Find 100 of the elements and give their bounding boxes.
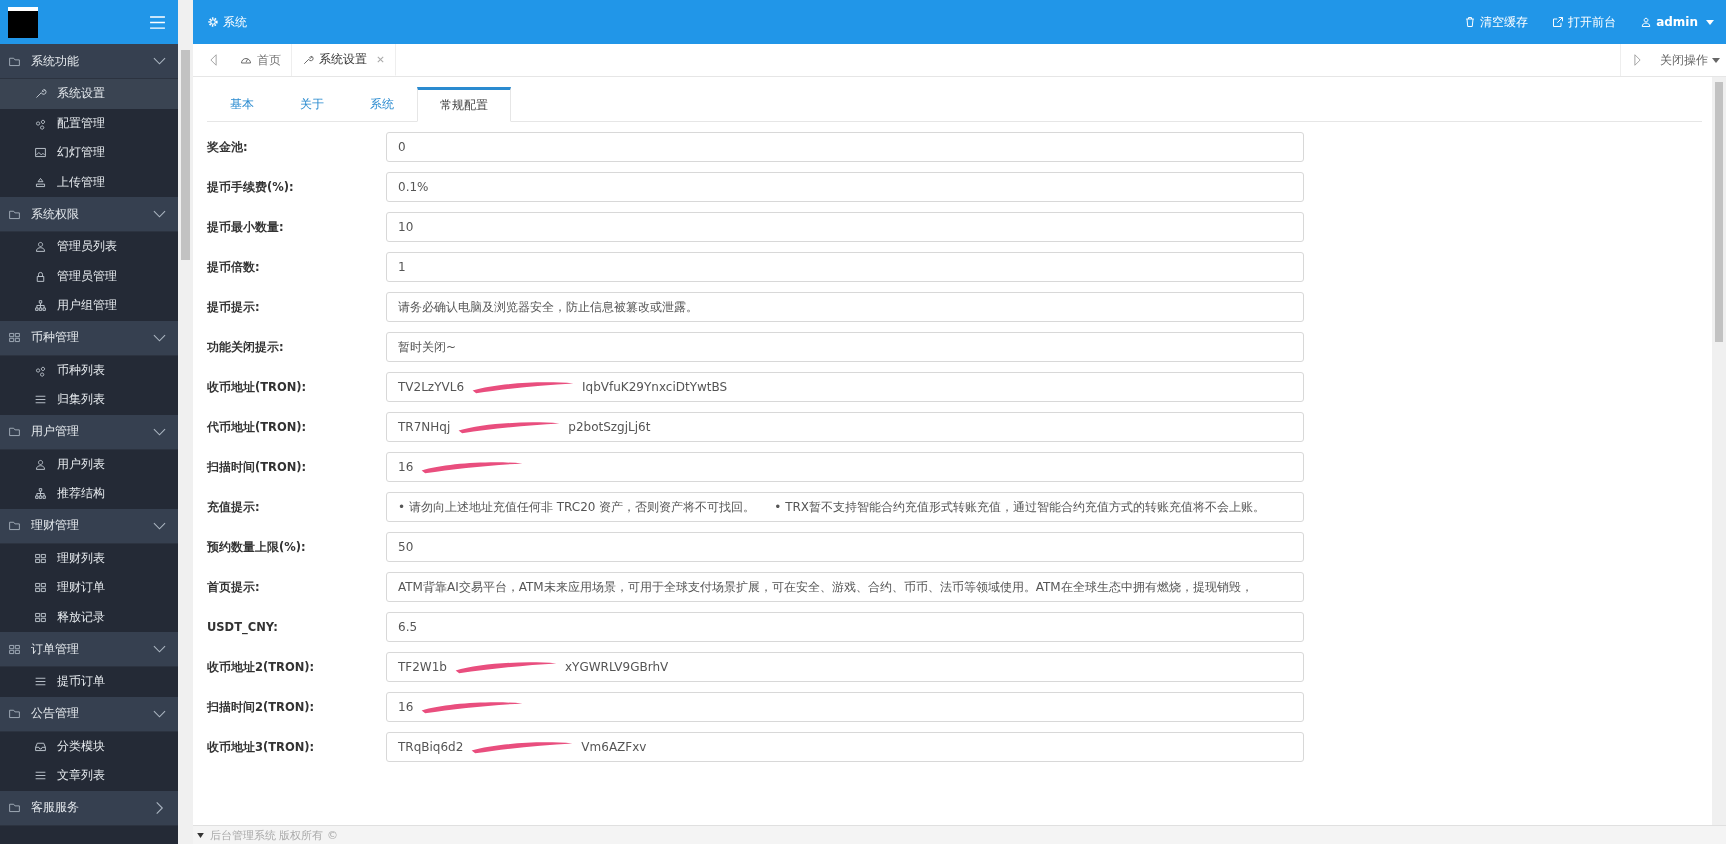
input-field[interactable]: • 请勿向上述地址充值任何非 TRC20 资产，否则资产将不可找回。 • TRX暂不支持智能合约充值形式转账充值，通过智能合约充值方式的转账充值将不会上账。: [386, 492, 1304, 522]
sidebar-item[interactable]: 分类模块: [0, 731, 178, 761]
chevron-icon: [153, 333, 166, 342]
field-label: 收币地址2(TRON):: [207, 659, 316, 675]
grid-icon: [8, 642, 21, 656]
sidebar-item[interactable]: 归集列表: [0, 385, 178, 415]
chevron-icon: [153, 57, 166, 65]
chevron-icon: [153, 645, 166, 653]
external-icon: [1552, 16, 1565, 28]
input-field[interactable]: TF2W1b xYGWRLV9GBrhV: [386, 652, 1304, 682]
sidebar-item[interactable]: 释放记录: [0, 602, 178, 632]
grid-icon: [34, 610, 47, 624]
section-title: 系统: [207, 13, 247, 31]
wrench-icon: [302, 53, 314, 66]
image-icon: [34, 146, 47, 160]
logo: [8, 6, 38, 38]
field-label: 提币最小数量:: [207, 219, 285, 235]
grid-icon: [8, 331, 21, 344]
lock-icon: [34, 269, 47, 283]
folder-icon: [8, 425, 21, 438]
scrollbar-thumb[interactable]: [181, 50, 190, 260]
sidebar-item[interactable]: 管理员管理: [0, 261, 178, 291]
sidebar-group[interactable]: 客服服务: [0, 790, 178, 826]
sidebar-item[interactable]: 管理员列表: [0, 232, 178, 262]
grid-icon: [34, 581, 47, 595]
upload-icon: [34, 175, 47, 189]
input-field[interactable]: TV2LzYVL6 IqbVfuK29YnxciDtYwtBS: [386, 372, 1304, 402]
field-label: 扫描时间2(TRON):: [207, 699, 316, 715]
sidebar-group[interactable]: 公告管理: [0, 696, 178, 732]
field-label: 充值提示:: [207, 499, 261, 515]
sidebar-item[interactable]: 理财订单: [0, 573, 178, 603]
input-field[interactable]: TR7NHqj p2botSzgjLj6t: [386, 412, 1304, 442]
sidebar-group[interactable]: 币种管理: [0, 320, 178, 356]
sidebar-group[interactable]: 订单管理: [0, 632, 178, 667]
folder-icon: [8, 519, 21, 532]
sidebar-group[interactable]: 用户管理: [0, 414, 178, 450]
field-label: 提币提示:: [207, 299, 261, 315]
sidebar-item[interactable]: 用户列表: [0, 449, 178, 479]
user-icon: [1640, 16, 1653, 28]
field-label: 功能关闭提示:: [207, 339, 285, 355]
close-icon[interactable]: [376, 55, 385, 64]
footer-text: 后台管理系统 版权所有 ©: [210, 827, 338, 843]
sidebar-group[interactable]: 系统权限: [0, 197, 178, 232]
chevron-icon: [153, 427, 166, 436]
sidebar-item[interactable]: 理财列表: [0, 543, 178, 573]
sidebar-item[interactable]: 推荐结构: [0, 479, 178, 509]
user-icon: [34, 457, 47, 471]
trash-icon: [1464, 16, 1477, 28]
sidebar-item[interactable]: 幻灯管理: [0, 138, 178, 168]
sidebar-item[interactable]: 币种列表: [0, 355, 178, 385]
field-label: 收币地址(TRON):: [207, 379, 308, 395]
chevron-icon: [153, 521, 166, 530]
scroll-left-icon[interactable]: [209, 53, 218, 67]
settings-tab[interactable]: 常规配置: [417, 87, 511, 122]
input-field[interactable]: 1: [386, 252, 1304, 282]
sidebar-item[interactable]: 配置管理: [0, 108, 178, 138]
scrollbar-thumb[interactable]: [1715, 82, 1723, 342]
input-field[interactable]: TRqBiq6d2 Vm6AZFxv: [386, 732, 1304, 762]
input-field[interactable]: 0: [386, 132, 1304, 162]
menu-icon[interactable]: [149, 15, 166, 29]
sidebar-item[interactable]: 文章列表: [0, 761, 178, 791]
field-label: 代币地址(TRON):: [207, 419, 308, 435]
field-label: 奖金池:: [207, 139, 249, 155]
input-field[interactable]: 50: [386, 532, 1304, 562]
sidebar-item[interactable]: 上传管理: [0, 167, 178, 197]
gear-icon: [207, 16, 219, 28]
settings-tab[interactable]: 关于: [277, 87, 347, 121]
sidebar-group[interactable]: 系统功能: [0, 44, 178, 79]
input-field[interactable]: 16: [386, 692, 1304, 722]
settings-tab[interactable]: 基本: [207, 87, 277, 121]
sidebar-item[interactable]: 用户组管理: [0, 291, 178, 321]
sidebar-group[interactable]: 理财管理: [0, 508, 178, 544]
field-label: 提币手续费(%):: [207, 179, 295, 195]
sidebar-item[interactable]: 提币订单: [0, 667, 178, 697]
input-field[interactable]: 6.5: [386, 612, 1304, 642]
scroll-right-icon[interactable]: [1633, 53, 1642, 67]
sitemap-icon: [34, 299, 47, 313]
input-field[interactable]: 10: [386, 212, 1304, 242]
input-field[interactable]: ATM背靠AI交易平台，ATM未来应用场景，可用于全球支付场景扩展，可在安全、游戏、合约、币币、法币等领域使用。ATM在全球生态中拥有燃烧，提现销毁，: [386, 572, 1304, 602]
input-field[interactable]: 请务必确认电脑及浏览器安全，防止信息被篡改或泄露。: [386, 292, 1304, 322]
chevron-icon: [153, 210, 166, 218]
folder-icon: [8, 707, 21, 720]
field-label: 预约数量上限(%):: [207, 539, 307, 555]
chevron-icon: [155, 801, 164, 814]
input-field[interactable]: 暂时关闭~: [386, 332, 1304, 362]
field-label: USDT_CNY:: [207, 620, 279, 634]
settings-tab[interactable]: 系统: [347, 87, 417, 121]
field-label: 扫描时间(TRON):: [207, 459, 308, 475]
field-label: 收币地址3(TRON):: [207, 739, 316, 755]
caret-icon: [197, 832, 204, 838]
input-field[interactable]: 0.1%: [386, 172, 1304, 202]
user-icon: [34, 240, 47, 254]
grid-icon: [34, 551, 47, 565]
chevron-icon: [153, 709, 166, 718]
sidebar-item[interactable]: 系统设置: [0, 79, 178, 109]
wrench-icon: [34, 87, 47, 101]
field-label: 提币倍数:: [207, 259, 261, 275]
input-field[interactable]: 16: [386, 452, 1304, 482]
sitemap-icon: [34, 487, 47, 501]
folder-icon: [8, 801, 21, 814]
